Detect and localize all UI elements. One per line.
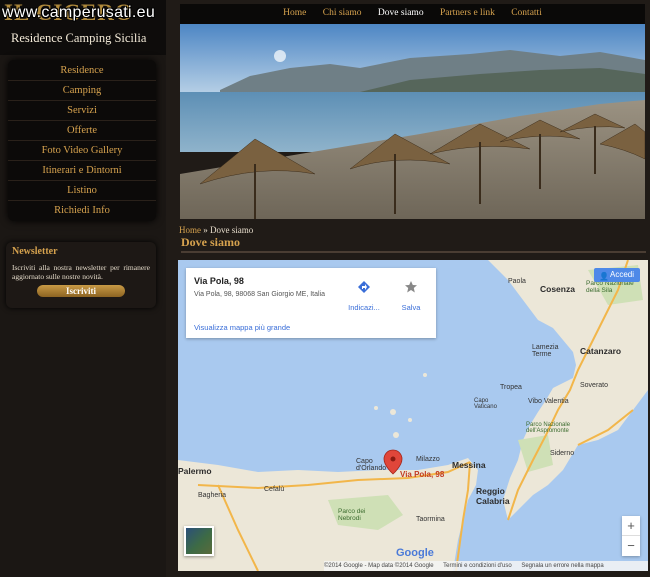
map-report-link[interactable]: Segnala un errore nella mappa — [521, 563, 603, 569]
subscribe-button[interactable]: Iscriviti — [37, 285, 125, 297]
directions-label: Indicazi... — [348, 303, 380, 312]
map-footer: ©2014 Google - Map data ©2014 Google Ter… — [324, 561, 648, 571]
map-place: Bagheria — [198, 492, 227, 499]
map-info-card: Via Pola, 98 Via Pola, 98, 98068 San Gio… — [186, 268, 436, 338]
map-place: Capo Vaticano — [474, 398, 497, 410]
left-column: IL CICERO Residence Camping Sicilia www.… — [0, 0, 166, 577]
tab-chi-siamo[interactable]: Chi siamo — [323, 4, 362, 22]
watermark-text: www.camperusati.eu — [2, 4, 156, 21]
newsletter-text: Iscriviti alla nostra newsletter per rim… — [12, 263, 150, 281]
sidebar-item-gallery[interactable]: Foto Video Gallery — [8, 141, 156, 161]
info-address: Via Pola, 98, 98068 San Giorgio ME, Ital… — [194, 291, 326, 298]
breadcrumb-current: Dove siamo — [210, 225, 254, 235]
star-icon — [405, 281, 417, 293]
login-label: Accedi — [609, 270, 634, 279]
map-place: Cefalù — [264, 486, 285, 493]
map-place: Tropea — [500, 384, 522, 391]
sidebar-item-residence[interactable]: Residence — [8, 61, 156, 81]
map-place: Catanzaro — [580, 346, 622, 356]
map-place: Cosenza — [540, 284, 575, 294]
tab-home[interactable]: Home — [283, 4, 306, 22]
save-button[interactable]: Salva — [396, 280, 426, 312]
directions-button[interactable]: Indicazi... — [344, 280, 384, 312]
sidebar-item-servizi[interactable]: Servizi — [8, 101, 156, 121]
map-place: Reggio Calabria — [476, 486, 510, 506]
breadcrumb: Home » Dove siamo — [179, 225, 253, 235]
map-place: Milazzo — [416, 456, 440, 463]
hero-beach-image — [180, 24, 645, 219]
breadcrumb-separator: » — [201, 225, 210, 235]
google-logo: Google — [396, 547, 434, 559]
tab-dove-siamo[interactable]: Dove siamo — [378, 4, 424, 22]
sidebar-item-offerte[interactable]: Offerte — [8, 121, 156, 141]
map-place: Parco dei Nebrodi — [338, 508, 366, 522]
map-place: Lamezia Terme — [532, 344, 559, 358]
map-place: Paola — [508, 278, 526, 285]
login-button[interactable]: 👤 Accedi — [594, 268, 640, 282]
tab-contatti[interactable]: Contatti — [511, 4, 542, 22]
logo-subtitle: Residence Camping Sicilia — [11, 31, 147, 45]
map-place: Capo d'Orlando — [356, 458, 387, 472]
map-copyright: ©2014 Google - Map data ©2014 Google — [324, 563, 434, 569]
map-place: Taormina — [416, 516, 445, 523]
map-place: Palermo — [178, 466, 212, 476]
newsletter-title: Newsletter — [12, 246, 58, 257]
user-icon: 👤 — [599, 272, 609, 281]
sidebar-item-listino[interactable]: Listino — [8, 181, 156, 201]
sidebar-item-richiedi-info[interactable]: Richiedi Info — [8, 201, 156, 221]
site-logo[interactable]: IL CICERO Residence Camping Sicilia www.… — [0, 0, 166, 55]
zoom-in-button[interactable]: + — [622, 516, 640, 536]
map-pin-label: Via Pola, 98 — [400, 470, 445, 479]
save-label: Salva — [401, 303, 421, 312]
map-place: Soverato — [580, 382, 609, 389]
map-place: Messina — [452, 460, 486, 470]
map-place: Vibo Valentia — [528, 398, 569, 405]
breadcrumb-home-link[interactable]: Home — [179, 225, 201, 235]
info-place-name: Via Pola, 98 — [194, 276, 244, 286]
top-nav: Home Chi siamo Dove siamo Partners e lin… — [180, 4, 645, 24]
page-title: Dove siamo — [181, 235, 646, 253]
map-place: Parco Nazionale della Sila — [586, 280, 634, 294]
sidebar-nav: Residence Camping Servizi Offerte Foto V… — [8, 60, 156, 221]
beach-umbrellas-photo — [180, 24, 645, 219]
main-column: Home Chi siamo Dove siamo Partners e lin… — [166, 0, 650, 577]
satellite-view-toggle[interactable] — [184, 526, 214, 556]
map-place: Siderno — [550, 450, 575, 457]
directions-icon — [358, 281, 370, 293]
map-terms-link[interactable]: Termini e condizioni d'uso — [443, 563, 512, 569]
zoom-controls: + − — [622, 516, 640, 556]
newsletter-box: Newsletter Iscriviti alla nostra newslet… — [6, 242, 156, 308]
sidebar-item-itinerari[interactable]: Itinerari e Dintorni — [8, 161, 156, 181]
view-larger-map-link[interactable]: Visualizza mappa più grande — [194, 323, 290, 332]
map-place: Parco Nazionale dell'Aspromonte — [526, 422, 571, 434]
zoom-out-button[interactable]: − — [622, 536, 640, 556]
sidebar-item-camping[interactable]: Camping — [8, 81, 156, 101]
google-map[interactable]: Paola Cosenza Parco Nazionale della Sila… — [178, 260, 648, 571]
tab-partners[interactable]: Partners e link — [440, 4, 495, 22]
